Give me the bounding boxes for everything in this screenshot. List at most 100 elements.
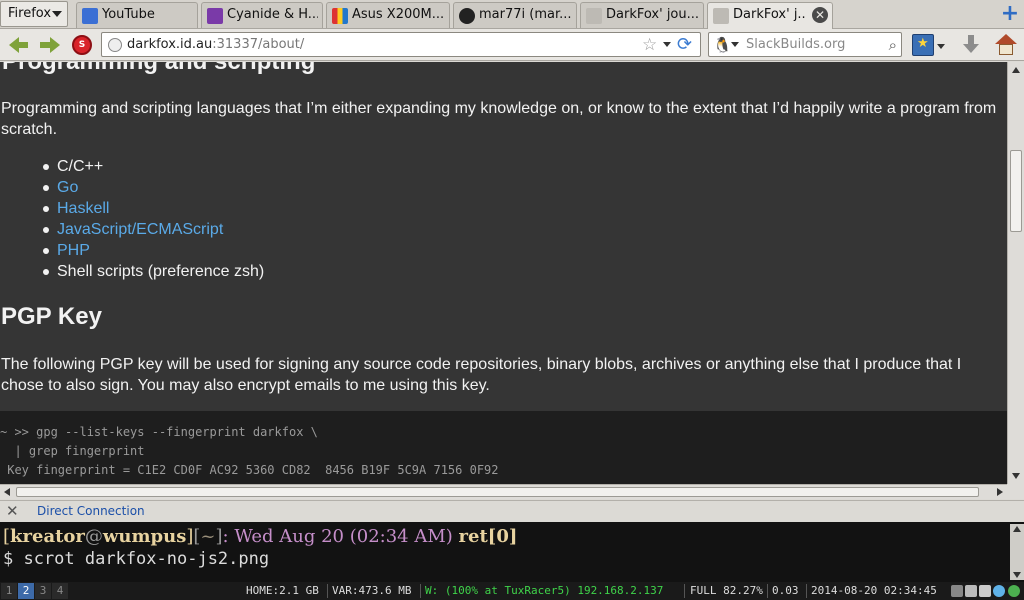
terminal-window[interactable]: [kreator@wumpus][~]: Wed Aug 20 (02:34 A… <box>0 522 1024 582</box>
terminal-date: Wed Aug 20 (02:34 AM) <box>234 526 453 547</box>
tab-darkfox-active[interactable]: DarkFox' j... ✕ <box>707 2 833 29</box>
terminal-path: ~ <box>200 526 216 547</box>
tab-label: DarkFox' jou... <box>606 7 699 22</box>
scroll-up-icon[interactable] <box>1013 526 1021 532</box>
home-icon <box>995 34 1017 44</box>
search-icon[interactable]: ⌕ <box>889 35 897 55</box>
tab-youtube[interactable]: YouTube <box>76 2 198 28</box>
site-identity-icon[interactable] <box>108 38 122 52</box>
terminal-scrollbar[interactable] <box>1010 524 1024 580</box>
asus-favicon-icon <box>332 8 348 24</box>
scroll-down-icon[interactable] <box>1013 572 1021 578</box>
noscript-stop-icon[interactable]: S <box>72 35 92 55</box>
forward-arrow-icon <box>50 37 60 53</box>
workspace-4[interactable]: 4 <box>52 583 68 599</box>
section-heading-pgp: PGP Key <box>1 303 102 330</box>
terminal-command-line: $ scrot darkfox-no-js2.png <box>3 549 270 569</box>
tab-asus[interactable]: Asus X200M... <box>326 2 450 28</box>
url-history-dropdown-icon[interactable] <box>663 42 671 47</box>
workspace-1[interactable]: 1 <box>1 583 17 599</box>
home-usage: HOME:2.1 GB <box>246 584 319 597</box>
code-line: Key fingerprint = C1E2 CD0F AC92 5360 CD… <box>0 463 499 477</box>
bottom-panel: 1 2 3 4 HOME:2.1 GB VAR:473.6 MB W: (100… <box>0 582 1024 600</box>
list-item: PHP <box>42 240 264 261</box>
printer-tray-icon[interactable] <box>979 585 991 597</box>
tab-darkfox-journal[interactable]: DarkFox' jou... <box>580 2 704 28</box>
language-link-haskell[interactable]: Haskell <box>57 200 109 217</box>
language-link-php[interactable]: PHP <box>57 242 90 259</box>
scrollbar-corner <box>1007 484 1024 499</box>
search-bar[interactable]: 🐧 SlackBuilds.org ⌕ <box>708 32 902 57</box>
load-average: 0.03 <box>772 584 799 597</box>
status-tray-icon[interactable] <box>1008 585 1020 597</box>
tab-label: YouTube <box>102 7 155 22</box>
url-bar[interactable]: darkfox.id.au:31337/about/ ☆ ⟳ <box>101 32 701 57</box>
forward-button[interactable] <box>37 33 63 57</box>
close-statusbar-icon[interactable]: ✕ <box>6 503 19 519</box>
battery-status: FULL 82.27% <box>690 584 763 597</box>
tab-label: mar77i (mar... <box>479 7 572 22</box>
tab-label: Asus X200M... <box>352 7 445 22</box>
code-line: | grep fingerprint <box>0 444 145 458</box>
scroll-thumb[interactable] <box>1010 150 1022 232</box>
terminal-host: wumpus <box>102 526 187 547</box>
scroll-down-icon[interactable] <box>1012 473 1020 479</box>
close-tab-icon[interactable]: ✕ <box>812 7 828 23</box>
google-favicon-icon <box>82 8 98 24</box>
tab-cyanide[interactable]: Cyanide & H... <box>201 2 323 28</box>
bookmarks-dropdown-icon[interactable] <box>937 44 945 49</box>
list-item: C/C++ <box>42 156 264 177</box>
list-item: Haskell <box>42 198 264 219</box>
new-tab-plus-icon[interactable]: + <box>999 3 1021 26</box>
network-tray-icon[interactable] <box>951 585 963 597</box>
list-item: Go <box>42 177 264 198</box>
page-favicon-icon <box>713 8 729 24</box>
search-engine-icon[interactable]: 🐧 <box>713 36 732 54</box>
cyanide-favicon-icon <box>207 8 223 24</box>
search-engine-dropdown-icon[interactable] <box>731 42 739 47</box>
reload-icon[interactable]: ⟳ <box>677 34 692 56</box>
downloads-button[interactable] <box>960 33 982 57</box>
page-content: Programming and scripting Programming an… <box>0 62 1007 484</box>
search-input[interactable]: SlackBuilds.org <box>746 33 845 56</box>
chevron-down-icon <box>52 11 62 17</box>
tab-label: DarkFox' j... <box>733 7 806 22</box>
vertical-scrollbar[interactable] <box>1007 62 1024 484</box>
language-link-go[interactable]: Go <box>57 179 78 196</box>
bookmarks-button[interactable]: ★ <box>912 34 934 56</box>
code-block: ~ >> gpg --list-keys --fingerprint darkf… <box>0 411 1007 484</box>
url-path: :31337/about/ <box>212 37 305 52</box>
scroll-right-icon[interactable] <box>997 488 1003 496</box>
keyboard-tray-icon[interactable] <box>965 585 977 597</box>
scroll-up-icon[interactable] <box>1012 67 1020 73</box>
language-label: C/C++ <box>57 158 104 175</box>
url-text: darkfox.id.au:31337/about/ <box>127 33 304 56</box>
list-item: JavaScript/ECMAScript <box>42 219 264 240</box>
tab-github[interactable]: mar77i (mar... <box>453 2 577 28</box>
language-link-javascript[interactable]: JavaScript/ECMAScript <box>57 221 223 238</box>
bookmark-star-icon[interactable]: ☆ <box>642 34 657 56</box>
app-tray-icon[interactable] <box>993 585 1005 597</box>
terminal-ret-value: 0 <box>496 526 509 547</box>
section-heading-programming: Programming and scripting <box>2 62 315 76</box>
scroll-thumb[interactable] <box>16 487 979 497</box>
pgp-paragraph: The following PGP key will be used for s… <box>1 356 962 394</box>
workspace-3[interactable]: 3 <box>35 583 51 599</box>
language-list: C/C++ Go Haskell JavaScript/ECMAScript P… <box>42 156 265 282</box>
terminal-prompt-line: [kreator@wumpus][~]: Wed Aug 20 (02:34 A… <box>3 526 518 547</box>
url-host: darkfox.id.au <box>127 37 213 52</box>
firefox-menu-button[interactable]: Firefox <box>0 1 68 27</box>
github-favicon-icon <box>459 8 475 24</box>
scroll-left-icon[interactable] <box>4 488 10 496</box>
wifi-status: W: (100% at TuxRacer5) 192.168.2.137 <box>425 584 664 597</box>
language-label: Shell scripts (preference zsh) <box>57 263 265 280</box>
var-usage: VAR:473.6 MB <box>332 584 412 597</box>
page-favicon-icon <box>586 8 602 24</box>
home-button[interactable] <box>994 33 1018 57</box>
workspace-2[interactable]: 2 <box>18 583 34 599</box>
screen: Firefox YouTube Cyanide & H... Asus X200… <box>0 0 1024 600</box>
horizontal-scrollbar[interactable] <box>0 484 1007 499</box>
connection-status[interactable]: Direct Connection <box>37 502 145 520</box>
firefox-menu-label: Firefox <box>8 6 52 21</box>
back-button[interactable] <box>5 33 31 57</box>
